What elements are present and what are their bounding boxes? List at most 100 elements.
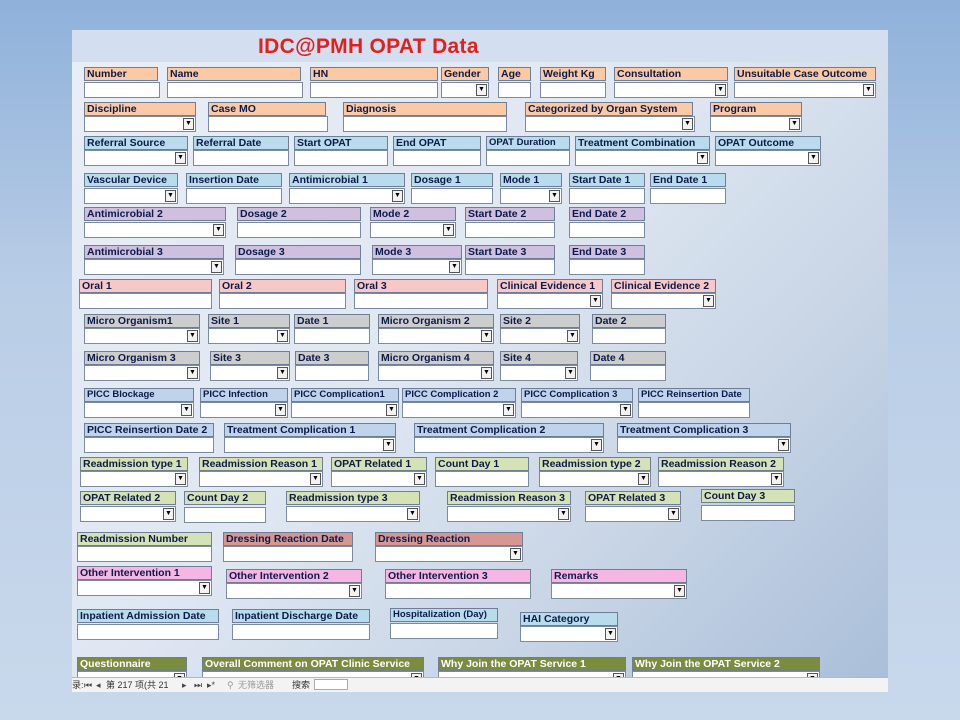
readm_reason2-select[interactable]: ▼ (658, 471, 784, 487)
other3-input[interactable] (385, 583, 531, 599)
mode1-select[interactable]: ▼ (500, 188, 562, 204)
search-input[interactable] (314, 679, 348, 690)
picc_inf-select[interactable]: ▼ (200, 402, 288, 418)
chevron-down-icon[interactable]: ▼ (213, 224, 224, 236)
chevron-down-icon[interactable]: ▼ (808, 152, 819, 164)
oral2-input[interactable] (219, 293, 346, 309)
end1-input[interactable] (650, 188, 726, 204)
readm_reason1-select[interactable]: ▼ (199, 471, 323, 487)
opat_rel3-select[interactable]: ▼ (585, 506, 681, 522)
picc_comp1-select[interactable]: ▼ (291, 402, 399, 418)
dress_date-input[interactable] (223, 546, 353, 562)
chevron-down-icon[interactable]: ▼ (165, 190, 176, 202)
remarks-select[interactable]: ▼ (551, 583, 687, 599)
site1-select[interactable]: ▼ (208, 328, 290, 344)
chevron-down-icon[interactable]: ▼ (549, 190, 560, 202)
micro1-select[interactable]: ▼ (84, 328, 200, 344)
dosage3-input[interactable] (235, 259, 361, 275)
chevron-down-icon[interactable]: ▼ (277, 367, 288, 379)
count1-input[interactable] (435, 471, 529, 487)
opat_outcome-select[interactable]: ▼ (715, 150, 821, 166)
chevron-down-icon[interactable]: ▼ (620, 404, 631, 416)
clinical2-select[interactable]: ▼ (611, 293, 716, 309)
date2-input[interactable] (592, 328, 666, 344)
antimicrobial2-select[interactable]: ▼ (84, 222, 226, 238)
chevron-down-icon[interactable]: ▼ (183, 118, 194, 130)
dosage2-input[interactable] (237, 222, 361, 238)
dress_reaction-select[interactable]: ▼ (375, 546, 523, 562)
readm_type3-select[interactable]: ▼ (286, 506, 420, 522)
weight-input[interactable] (540, 82, 606, 98)
record-position[interactable]: 第 217 项(共 21 (106, 678, 169, 692)
last-record-icon[interactable]: ⏭ (194, 678, 202, 692)
readm_type1-select[interactable]: ▼ (80, 471, 188, 487)
chevron-down-icon[interactable]: ▼ (481, 367, 492, 379)
chevron-down-icon[interactable]: ▼ (386, 404, 397, 416)
readm_number-input[interactable] (77, 546, 212, 562)
chevron-down-icon[interactable]: ▼ (668, 508, 679, 520)
chevron-down-icon[interactable]: ▼ (510, 548, 521, 560)
chevron-down-icon[interactable]: ▼ (481, 330, 492, 342)
treat_comp1-select[interactable]: ▼ (224, 437, 396, 453)
chevron-down-icon[interactable]: ▼ (443, 224, 454, 236)
other1-select[interactable]: ▼ (77, 580, 212, 596)
other2-select[interactable]: ▼ (226, 583, 362, 599)
new-record-icon[interactable]: ▸* (207, 678, 215, 692)
chevron-down-icon[interactable]: ▼ (349, 585, 360, 597)
chevron-down-icon[interactable]: ▼ (697, 152, 708, 164)
chevron-down-icon[interactable]: ▼ (674, 585, 685, 597)
date3-input[interactable] (295, 365, 369, 381)
filter-icon[interactable]: ⚲ (227, 678, 234, 692)
picc_reins-input[interactable] (638, 402, 750, 418)
chevron-down-icon[interactable]: ▼ (392, 190, 403, 202)
next-record-icon[interactable]: ▸ (182, 678, 187, 692)
diagnosis-input[interactable] (343, 116, 507, 132)
dosage1-input[interactable] (411, 188, 493, 204)
date4-input[interactable] (590, 365, 666, 381)
antimicrobial1-select[interactable]: ▼ (289, 188, 405, 204)
oral3-input[interactable] (354, 293, 488, 309)
chevron-down-icon[interactable]: ▼ (605, 628, 616, 640)
chevron-down-icon[interactable]: ▼ (863, 84, 874, 96)
micro4-select[interactable]: ▼ (378, 365, 494, 381)
hn-input[interactable] (310, 82, 438, 98)
vascular-select[interactable]: ▼ (84, 188, 178, 204)
chevron-down-icon[interactable]: ▼ (275, 404, 286, 416)
chevron-down-icon[interactable]: ▼ (503, 404, 514, 416)
chevron-down-icon[interactable]: ▼ (199, 582, 210, 594)
chevron-down-icon[interactable]: ▼ (407, 508, 418, 520)
chevron-down-icon[interactable]: ▼ (590, 295, 601, 307)
treatment_comb-select[interactable]: ▼ (575, 150, 710, 166)
chevron-down-icon[interactable]: ▼ (181, 404, 192, 416)
chevron-down-icon[interactable]: ▼ (778, 439, 789, 451)
chevron-down-icon[interactable]: ▼ (211, 261, 222, 273)
chevron-down-icon[interactable]: ▼ (175, 473, 186, 485)
discipline-select[interactable]: ▼ (84, 116, 196, 132)
consultation-select[interactable]: ▼ (614, 82, 728, 98)
opat_rel2-select[interactable]: ▼ (80, 506, 176, 522)
chevron-down-icon[interactable]: ▼ (682, 118, 693, 130)
chevron-down-icon[interactable]: ▼ (476, 84, 487, 96)
antimicrobial3-select[interactable]: ▼ (84, 259, 224, 275)
end3-input[interactable] (569, 259, 645, 275)
chevron-down-icon[interactable]: ▼ (414, 473, 425, 485)
micro3-select[interactable]: ▼ (84, 365, 200, 381)
clinical1-select[interactable]: ▼ (497, 293, 603, 309)
age-input[interactable] (498, 82, 531, 98)
inpatient_dis-input[interactable] (232, 624, 370, 640)
picc_reins2-input[interactable] (84, 437, 214, 453)
opat_duration-input[interactable] (486, 150, 570, 166)
start3-input[interactable] (465, 259, 555, 275)
ref_date-input[interactable] (193, 150, 289, 166)
picc_comp3-select[interactable]: ▼ (521, 402, 633, 418)
count2-input[interactable] (184, 507, 266, 523)
chevron-down-icon[interactable]: ▼ (715, 84, 726, 96)
date1-input[interactable] (294, 328, 370, 344)
chevron-down-icon[interactable]: ▼ (383, 439, 394, 451)
chevron-down-icon[interactable]: ▼ (789, 118, 800, 130)
site4-select[interactable]: ▼ (500, 365, 578, 381)
chevron-down-icon[interactable]: ▼ (591, 439, 602, 451)
opat_rel1-select[interactable]: ▼ (331, 471, 427, 487)
mode3-select[interactable]: ▼ (372, 259, 462, 275)
readm_type2-select[interactable]: ▼ (539, 471, 651, 487)
